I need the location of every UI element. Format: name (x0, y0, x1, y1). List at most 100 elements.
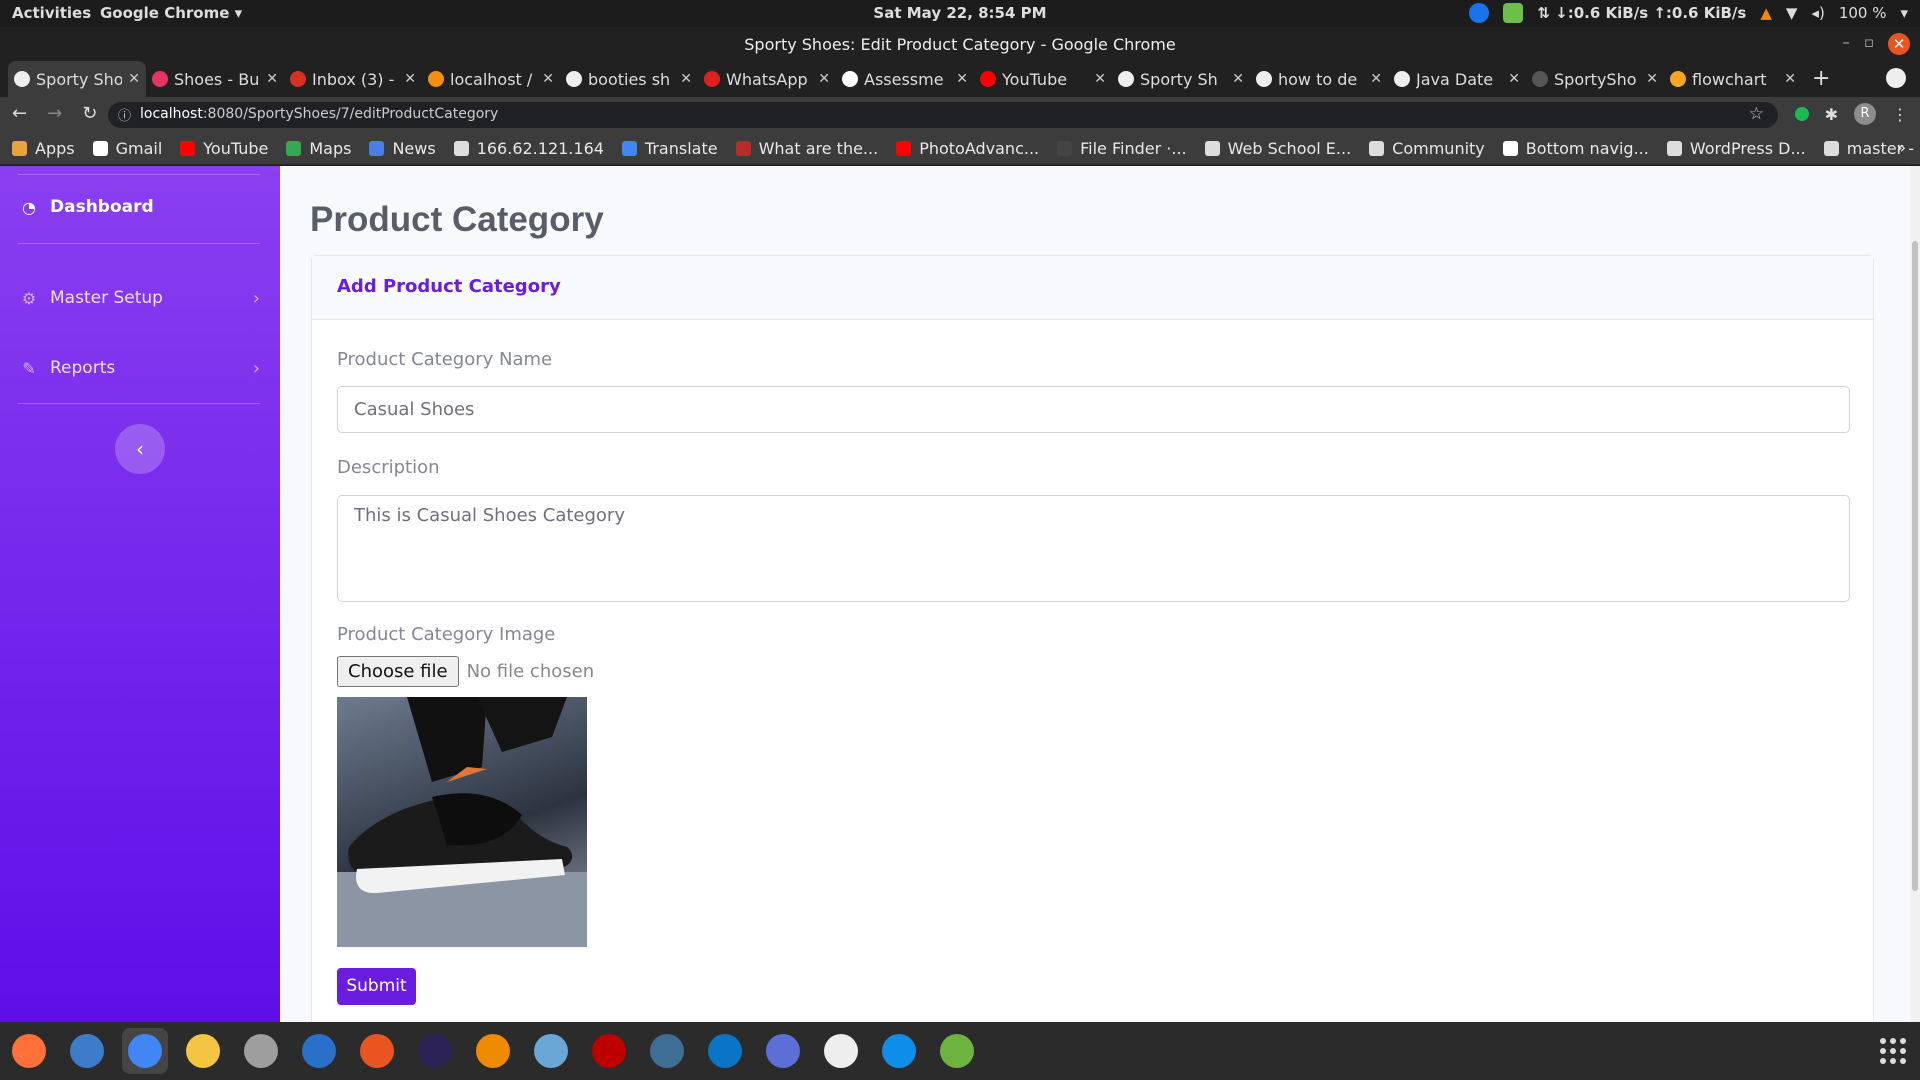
close-tab-icon[interactable]: ✕ (128, 71, 140, 87)
bookmark-item[interactable]: Apps (12, 139, 75, 158)
bookmark-label: master - platf... (1846, 139, 1920, 158)
teamviewer-tray-icon[interactable] (1469, 3, 1490, 23)
forward-icon[interactable]: → (47, 103, 62, 124)
more-bookmarks-icon[interactable]: » (1896, 138, 1906, 157)
close-tab-icon[interactable]: ✕ (1232, 71, 1244, 87)
tab-item[interactable]: localhost / ✕ (422, 61, 560, 97)
thunderbird-icon[interactable] (64, 1028, 110, 1074)
sidebar-item-reports[interactable]: ✎ Reports › (20, 358, 260, 379)
show-applications-icon[interactable] (1880, 1038, 1906, 1064)
close-tab-icon[interactable]: ✕ (1646, 71, 1658, 87)
back-icon[interactable]: ← (12, 103, 27, 124)
bookmark-item[interactable]: Community (1369, 139, 1485, 158)
reload-icon[interactable]: ↻ (82, 103, 97, 124)
sidebar-item-dashboard[interactable]: ◔ Dashboard (20, 197, 260, 217)
wifi-icon[interactable]: ▼ (1786, 4, 1798, 22)
volume-icon[interactable]: ◂) (1811, 4, 1824, 22)
minimize-icon[interactable]: – (1842, 33, 1850, 55)
tab-search-icon[interactable] (1886, 68, 1906, 88)
tab-item[interactable]: YouTube ✕ (974, 61, 1112, 97)
vscode-icon[interactable] (702, 1028, 748, 1074)
tab-item[interactable]: flowchart ✕ (1664, 61, 1802, 97)
bookmark-item[interactable]: Bottom navig... (1502, 139, 1649, 158)
tab-item[interactable]: Sporty Sh ✕ (1112, 61, 1250, 97)
description-textarea[interactable]: This is Casual Shoes Category (337, 495, 1850, 602)
choose-file-button[interactable]: Choose file (337, 656, 459, 687)
maximize-icon[interactable]: ▫ (1864, 33, 1874, 55)
sidebar-item-master-setup[interactable]: ⚙ Master Setup › (20, 288, 260, 309)
close-tab-icon[interactable]: ✕ (1508, 71, 1520, 87)
tab-item[interactable]: how to de ✕ (1250, 61, 1388, 97)
app-menu[interactable]: Google Chrome ▾ (100, 4, 242, 22)
software-icon[interactable] (354, 1028, 400, 1074)
tab-item[interactable]: Inbox (3) - ✕ (284, 61, 422, 97)
close-tab-icon[interactable]: ✕ (1370, 71, 1382, 87)
bookmark-item[interactable]: YouTube (180, 139, 268, 158)
files-icon[interactable] (238, 1028, 284, 1074)
rhythmbox-icon[interactable] (180, 1028, 226, 1074)
text-editor-icon[interactable] (818, 1028, 864, 1074)
bookmark-item[interactable]: File Finder ·... (1057, 139, 1187, 158)
bookmark-item[interactable]: Gmail (92, 139, 163, 158)
system-tray[interactable]: ⇅ ↓:0.6 KiB/s ↑:0.6 KiB/s ▲ ▼ ◂) 100 % ▾ (1469, 3, 1908, 23)
system-menu-chevron-icon[interactable]: ▾ (1900, 4, 1908, 22)
bookmark-item[interactable]: What are the... (735, 139, 878, 158)
page-scrollbar[interactable] (1910, 166, 1920, 1022)
activities-button[interactable]: Activities (12, 4, 91, 22)
submit-button[interactable]: Submit (337, 968, 416, 1005)
window-title: Sporty Shoes: Edit Product Category - Go… (744, 35, 1176, 54)
chrome-icon[interactable] (122, 1028, 168, 1074)
close-tab-icon[interactable]: ✕ (542, 71, 554, 87)
close-tab-icon[interactable]: ✕ (818, 71, 830, 87)
bookmark-item[interactable]: Web School E... (1204, 139, 1351, 158)
tab-item[interactable]: Java Date ✕ (1388, 61, 1526, 97)
tab-item[interactable]: WhatsApp ✕ (698, 61, 836, 97)
battery-level[interactable]: 100 % (1839, 4, 1887, 22)
address-bar[interactable]: ⓘ localhost:8080/SportyShoes/7/editProdu… (108, 102, 1778, 128)
info-icon[interactable]: ⓘ (118, 105, 131, 124)
bookmark-label: Gmail (115, 139, 163, 158)
chrome-menu-icon[interactable]: ⋮ (1892, 105, 1908, 124)
vlc-tray-icon[interactable]: ▲ (1760, 4, 1772, 22)
sidebar-divider (18, 174, 260, 175)
spring-tool-suite-icon[interactable] (934, 1028, 980, 1074)
tab-item[interactable]: Assessme ✕ (836, 61, 974, 97)
check-tray-icon[interactable] (1503, 3, 1524, 23)
close-tab-icon[interactable]: ✕ (404, 71, 416, 87)
close-tab-icon[interactable]: ✕ (1094, 71, 1106, 87)
close-tab-icon[interactable]: ✕ (1784, 71, 1796, 87)
virtualbox-icon[interactable] (528, 1028, 574, 1074)
tab-item[interactable]: Sporty Shoes ✕ (8, 61, 146, 97)
tab-item[interactable]: SportySho ✕ (1526, 61, 1664, 97)
scrollbar-thumb[interactable] (1912, 241, 1918, 891)
close-tab-icon[interactable]: ✕ (680, 71, 692, 87)
bookmark-item[interactable]: News (369, 139, 436, 158)
eclipse-icon[interactable] (412, 1028, 458, 1074)
file-input[interactable]: Choose file No file chosen (337, 656, 594, 687)
close-tab-icon[interactable]: ✕ (266, 71, 278, 87)
bookmark-item[interactable]: Translate (621, 139, 718, 158)
bookmark-item[interactable]: PhotoAdvanc... (896, 139, 1039, 158)
bookmark-star-icon[interactable]: ☆ (1749, 104, 1764, 124)
close-tab-icon[interactable]: ✕ (956, 71, 968, 87)
extensions-puzzle-icon[interactable]: ✱ (1825, 105, 1838, 124)
tab-item[interactable]: booties sh ✕ (560, 61, 698, 97)
close-window-icon[interactable]: ✕ (1888, 33, 1910, 55)
mysql-workbench-icon[interactable] (644, 1028, 690, 1074)
bookmark-item[interactable]: WordPress D... (1666, 139, 1806, 158)
teamviewer-icon[interactable] (876, 1028, 922, 1074)
vlc-icon[interactable] (470, 1028, 516, 1074)
extension-icon[interactable] (1794, 107, 1809, 121)
profile-avatar[interactable]: R (1854, 103, 1876, 125)
filezilla-icon[interactable] (586, 1028, 632, 1074)
screenshot-icon[interactable] (760, 1028, 806, 1074)
bookmark-item[interactable]: 166.62.121.164 (453, 139, 604, 158)
writer-icon[interactable] (296, 1028, 342, 1074)
tab-item[interactable]: Shoes - Buy ✕ (146, 61, 284, 97)
category-name-input[interactable]: Casual Shoes (337, 386, 1850, 433)
page-viewport: ◔ Dashboard ⚙ Master Setup › ✎ Reports ›… (0, 166, 1920, 1022)
bookmark-item[interactable]: Maps (286, 139, 351, 158)
new-tab-icon[interactable]: + (1802, 61, 1840, 97)
firefox-icon[interactable] (6, 1028, 52, 1074)
sidebar-toggle-button[interactable]: ‹ (115, 424, 165, 474)
